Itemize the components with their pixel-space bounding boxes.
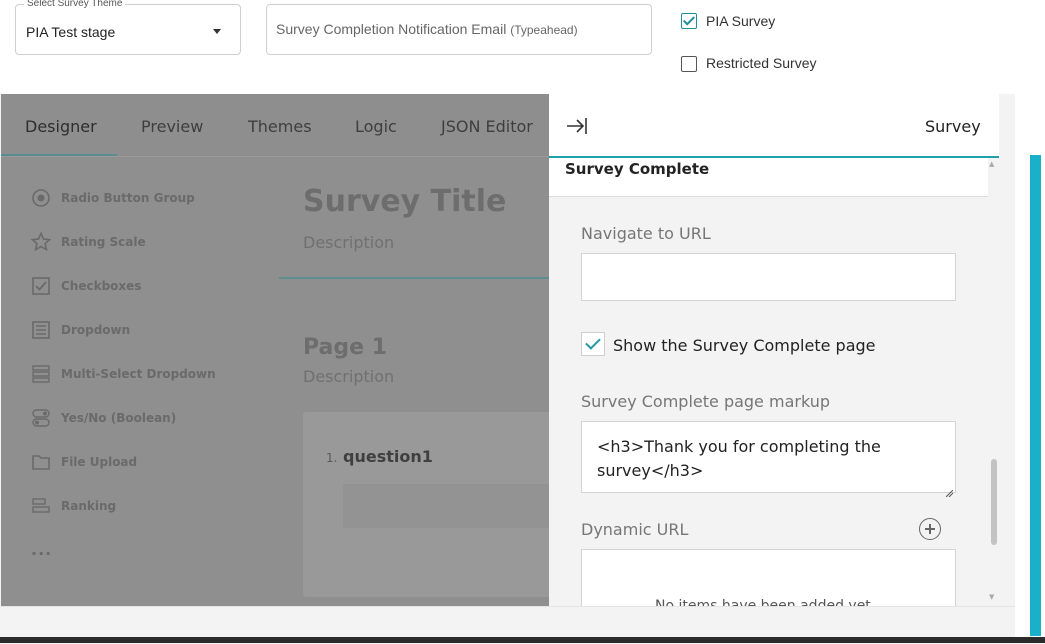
more-toolbox-icon[interactable]: ... — [31, 540, 52, 559]
pia-survey-checkbox[interactable] — [681, 13, 697, 29]
panel-scrollbar-thumb[interactable] — [991, 459, 997, 545]
tab-preview[interactable]: Preview — [141, 117, 203, 136]
show-complete-page-label[interactable]: Show the Survey Complete page — [613, 336, 876, 355]
show-complete-page-checkbox[interactable] — [581, 332, 605, 356]
navigate-url-input[interactable] — [581, 253, 956, 301]
restricted-survey-checkbox[interactable] — [681, 56, 697, 72]
page-description[interactable]: Description — [303, 367, 394, 386]
theme-select-value[interactable]: PIA Test stage — [26, 24, 115, 40]
toggle-icon — [31, 408, 51, 428]
tab-json-editor[interactable]: JSON Editor — [441, 117, 533, 136]
pia-survey-label[interactable]: PIA Survey — [706, 13, 775, 29]
survey-header-divider — [279, 277, 549, 279]
collapse-panel-icon[interactable] — [565, 116, 591, 136]
dropdown-icon — [31, 320, 51, 340]
resize-handle-icon[interactable] — [945, 482, 954, 498]
complete-markup-label: Survey Complete page markup — [581, 392, 831, 411]
notification-email-placeholder[interactable]: Survey Completion Notification Email (Ty… — [276, 21, 578, 37]
question-title[interactable]: question1 — [343, 447, 433, 466]
dynamic-url-empty-text: No items have been added yet — [655, 598, 871, 606]
ranking-icon — [31, 496, 51, 516]
panel-title: Survey — [925, 117, 981, 136]
radio-button-icon — [31, 188, 51, 208]
question-number: 1. — [326, 451, 338, 465]
multi-select-icon — [31, 364, 51, 384]
tab-logic[interactable]: Logic — [355, 117, 397, 136]
folder-icon — [31, 452, 51, 472]
active-tab-indicator — [1, 154, 117, 156]
scroll-down-icon[interactable]: ▼ — [989, 593, 994, 601]
tab-designer[interactable]: Designer — [25, 117, 97, 136]
section-title-survey-complete[interactable]: Survey Complete — [565, 160, 709, 178]
theme-select-label: Select Survey Theme — [24, 0, 126, 9]
checkbox-icon — [31, 276, 51, 296]
complete-markup-value[interactable]: <h3>Thank you for completing the survey<… — [597, 435, 897, 483]
designer-area: Designer Preview Themes Logic JSON Edito… — [1, 94, 549, 606]
survey-title[interactable]: Survey Title — [303, 184, 506, 219]
page-scrollbar-thumb[interactable] — [1030, 155, 1041, 636]
restricted-survey-label[interactable]: Restricted Survey — [706, 55, 816, 71]
scroll-up-icon[interactable]: ▲ — [989, 160, 994, 168]
page-title[interactable]: Page 1 — [303, 335, 387, 360]
add-icon[interactable] — [919, 518, 941, 540]
tab-themes[interactable]: Themes — [248, 117, 312, 136]
navigate-url-label: Navigate to URL — [581, 224, 711, 243]
survey-description[interactable]: Description — [303, 233, 394, 252]
question-input-preview — [343, 484, 549, 528]
dynamic-url-label: Dynamic URL — [581, 520, 689, 539]
property-panel: Survey Survey Complete Navigate to URL S… — [549, 94, 1015, 606]
star-icon — [30, 231, 52, 252]
dropdown-arrow-icon[interactable] — [213, 29, 221, 34]
taskbar-edge — [0, 637, 1045, 643]
